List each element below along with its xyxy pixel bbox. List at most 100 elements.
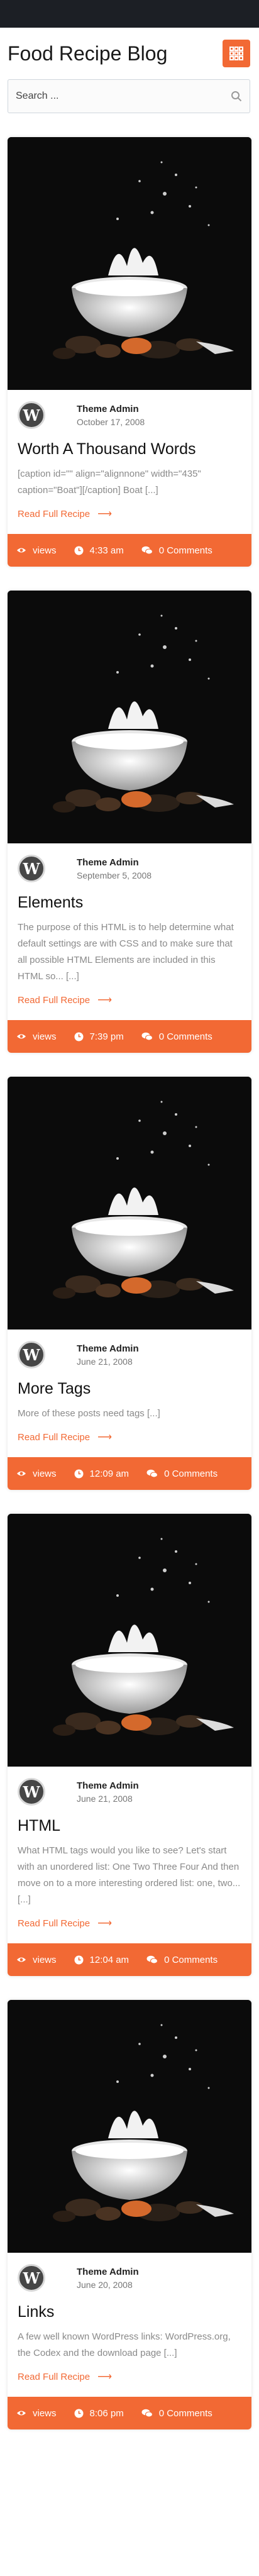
post-excerpt: More of these posts need tags [...] [18, 1408, 160, 1419]
post-title[interactable]: Worth A Thousand Words [8, 429, 251, 458]
time-stat: 12:09 am [74, 1468, 129, 1479]
post-author[interactable]: Theme Admin [77, 404, 145, 414]
read-more-label: Read Full Recipe [18, 1918, 91, 1929]
wordpress-icon[interactable]: W [18, 401, 45, 429]
post-author[interactable]: Theme Admin [77, 1780, 139, 1791]
post-meta: W Theme Admin June 21, 2008 [8, 1330, 251, 1368]
post-time: 4:33 am [89, 545, 124, 556]
post-card: W Theme Admin June 21, 2008 More Tags Mo… [8, 1077, 251, 1490]
post-author[interactable]: Theme Admin [77, 2267, 139, 2277]
comments-stat[interactable]: 0 Comments [141, 545, 212, 556]
post-stats-bar: views 7:39 pm 0 Comments [8, 1020, 251, 1053]
clock-icon [74, 1955, 84, 1965]
grid-icon [229, 47, 243, 60]
post-card: W Theme Admin June 20, 2008 Links A few … [8, 2000, 251, 2429]
post-thumbnail[interactable] [8, 137, 251, 390]
post-meta: W Theme Admin June 21, 2008 [8, 1767, 251, 1806]
post-thumbnail[interactable] [8, 591, 251, 843]
comments-icon [141, 1032, 153, 1041]
comments-icon [141, 546, 153, 555]
post-time: 8:06 pm [89, 2407, 124, 2419]
arrow-right-icon: ⟶ [97, 995, 112, 1006]
arrow-right-icon: ⟶ [97, 509, 112, 519]
post-date: June 21, 2008 [77, 1356, 133, 1367]
clock-icon [74, 1469, 84, 1479]
time-stat: 12:04 am [74, 1954, 130, 1965]
post-author[interactable]: Theme Admin [77, 1343, 139, 1354]
comments-count: 0 Comments [164, 1954, 218, 1965]
views-label: views [33, 1954, 57, 1965]
read-more-label: Read Full Recipe [18, 1432, 91, 1443]
arrow-right-icon: ⟶ [97, 2372, 112, 2382]
post-card: W Theme Admin June 21, 2008 HTML What HT… [8, 1514, 251, 1976]
time-stat: 4:33 am [74, 545, 124, 556]
views-label: views [33, 1468, 57, 1479]
post-excerpt: What HTML tags would you like to see? Le… [18, 1845, 241, 1905]
site-title[interactable]: Food Recipe Blog [8, 42, 167, 65]
search-box [8, 79, 250, 113]
comments-stat[interactable]: 0 Comments [146, 1468, 218, 1479]
post-title[interactable]: More Tags [8, 1368, 251, 1398]
post-date: October 17, 2008 [77, 416, 145, 427]
wordpress-icon[interactable]: W [18, 1778, 45, 1806]
top-bar [0, 0, 259, 28]
comments-count: 0 Comments [164, 1468, 218, 1479]
wordpress-icon[interactable]: W [18, 2264, 45, 2292]
eye-icon [16, 1033, 26, 1040]
read-more-link[interactable]: Read Full Recipe ⟶ [18, 1431, 112, 1443]
read-more-link[interactable]: Read Full Recipe ⟶ [18, 508, 112, 520]
post-time: 12:04 am [89, 1954, 130, 1965]
post-stats-bar: views 12:09 am 0 Comments [8, 1457, 251, 1490]
post-thumbnail[interactable] [8, 1077, 251, 1330]
clock-icon [74, 1032, 84, 1041]
post-date: June 20, 2008 [77, 2279, 133, 2290]
views-stat: views [16, 545, 57, 556]
comments-count: 0 Comments [158, 1031, 212, 1042]
comments-stat[interactable]: 0 Comments [141, 2408, 212, 2419]
post-stats-bar: views 4:33 am 0 Comments [8, 534, 251, 567]
comments-icon [141, 2409, 153, 2418]
menu-button[interactable] [223, 40, 250, 67]
comments-stat[interactable]: 0 Comments [146, 1955, 218, 1965]
post-list: W Theme Admin October 17, 2008 Worth A T… [0, 137, 259, 2429]
read-more-label: Read Full Recipe [18, 2372, 91, 2382]
read-more-label: Read Full Recipe [18, 509, 91, 519]
search-input[interactable] [16, 91, 231, 102]
comments-stat[interactable]: 0 Comments [141, 1031, 212, 1042]
arrow-right-icon: ⟶ [97, 1918, 112, 1929]
post-author[interactable]: Theme Admin [77, 857, 152, 868]
comments-icon [146, 1469, 158, 1478]
post-title[interactable]: Elements [8, 882, 251, 912]
post-excerpt: A few well known WordPress links: WordPr… [18, 2331, 231, 2358]
read-more-link[interactable]: Read Full Recipe ⟶ [18, 2370, 112, 2383]
post-meta: W Theme Admin October 17, 2008 [8, 390, 251, 429]
read-more-label: Read Full Recipe [18, 995, 91, 1006]
post-time: 7:39 pm [89, 1031, 124, 1042]
post-excerpt: [caption id="" align="alignnone" width="… [18, 469, 201, 496]
search-icon[interactable] [231, 91, 242, 102]
views-label: views [33, 2407, 57, 2419]
wordpress-icon[interactable]: W [18, 1341, 45, 1368]
post-meta: W Theme Admin September 5, 2008 [8, 843, 251, 882]
post-card: W Theme Admin September 5, 2008 Elements… [8, 591, 251, 1053]
post-date: June 21, 2008 [77, 1793, 133, 1804]
post-excerpt: The purpose of this HTML is to help dete… [18, 922, 234, 982]
post-title[interactable]: HTML [8, 1806, 251, 1835]
read-more-link[interactable]: Read Full Recipe ⟶ [18, 1917, 112, 1929]
wordpress-icon[interactable]: W [18, 855, 45, 882]
site-header: Food Recipe Blog [0, 28, 259, 79]
comments-count: 0 Comments [158, 2407, 212, 2419]
post-thumbnail[interactable] [8, 2000, 251, 2253]
post-card: W Theme Admin October 17, 2008 Worth A T… [8, 137, 251, 567]
eye-icon [16, 1470, 26, 1477]
time-stat: 8:06 pm [74, 2408, 124, 2419]
post-thumbnail[interactable] [8, 1514, 251, 1767]
post-date: September 5, 2008 [77, 870, 152, 880]
clock-icon [74, 546, 84, 555]
read-more-link[interactable]: Read Full Recipe ⟶ [18, 994, 112, 1006]
views-stat: views [16, 1031, 57, 1042]
eye-icon [16, 1956, 26, 1963]
post-title[interactable]: Links [8, 2292, 251, 2321]
post-stats-bar: views 12:04 am 0 Comments [8, 1943, 251, 1976]
views-stat: views [16, 1468, 57, 1479]
